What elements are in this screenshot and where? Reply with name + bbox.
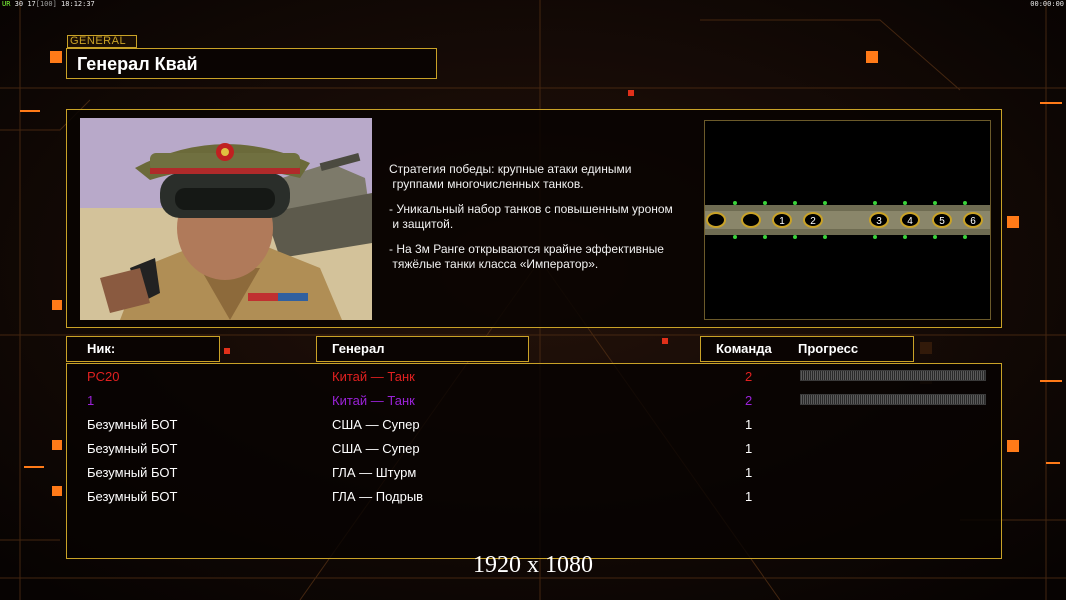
hud-clock: 18:12:37: [61, 0, 95, 8]
start-slot-label: 6: [970, 216, 976, 227]
portrait-image: [80, 118, 372, 320]
title-box: Генерал Квай: [66, 48, 437, 79]
feature-tanks-text: - Уникальный набор танков с повышенным у…: [389, 202, 701, 232]
player-team: 2: [745, 393, 753, 408]
player-team: 1: [745, 417, 753, 432]
player-nick: PC20: [87, 369, 120, 384]
table-row[interactable]: Безумный БОТ ГЛА — Подрыв 1: [67, 486, 1001, 508]
progress-bar: [800, 370, 986, 381]
player-general: США — Супер: [332, 417, 420, 432]
hud-timer: 00:00:00: [1030, 0, 1064, 8]
resolution-label: 1920 x 1080: [473, 552, 593, 578]
hud-tag: UR: [2, 0, 11, 8]
player-general: США — Супер: [332, 441, 420, 456]
hud-fps: 30: [14, 0, 24, 8]
table-row[interactable]: PC20 Китай — Танк 2: [67, 366, 1001, 388]
general-name: Генерал Квай: [77, 54, 198, 74]
desc-line: группами многочисленных танков.: [392, 177, 584, 191]
general-info-panel: Стратегия победы: крупные атаки едиными …: [66, 109, 1002, 328]
player-general: Китай — Танк: [332, 393, 415, 408]
strategy-text: Стратегия победы: крупные атаки едиными …: [389, 162, 701, 192]
general-header: Генерал: [316, 336, 529, 362]
desc-line: Стратегия победы: крупные атаки едиными: [389, 162, 632, 176]
player-general: ГЛА — Штурм: [332, 465, 417, 480]
start-slot-label: 5: [939, 216, 945, 227]
col-general: Генерал: [332, 341, 385, 356]
player-nick: Безумный БОТ: [87, 417, 178, 432]
map-preview[interactable]: 1 2 3 4 5 6: [704, 120, 991, 320]
player-general: Китай — Танк: [332, 369, 415, 384]
team-progress-header: Команда Прогресс: [700, 336, 914, 362]
desc-line: - На 3м Ранге открываются крайне эффекти…: [389, 242, 664, 256]
table-row[interactable]: Безумный БОТ США — Супер 1: [67, 414, 1001, 436]
hud-stats: UR 30 17[100] 18:12:37: [2, 0, 95, 8]
player-team: 1: [745, 441, 753, 456]
hud-bracket: [100]: [35, 0, 57, 8]
col-progress: Прогресс: [798, 341, 859, 356]
start-slot-label: 1: [779, 216, 785, 227]
player-list: PC20 Китай — Танк 2 1 Китай — Танк 2 Безумный …: [66, 363, 1002, 559]
table-row[interactable]: Безумный БОТ ГЛА — Штурм 1: [67, 462, 1001, 484]
start-slot-label: 3: [876, 216, 882, 227]
col-nick: Ник:: [87, 341, 116, 356]
table-row[interactable]: Безумный БОТ США — Супер 1: [67, 438, 1001, 460]
player-nick: 1: [87, 393, 95, 408]
general-portrait: [80, 118, 372, 320]
desc-line: тяжёлые танки класса «Император».: [392, 257, 599, 271]
player-team: 1: [745, 465, 753, 480]
player-nick: Безумный БОТ: [87, 441, 178, 456]
table-row[interactable]: 1 Китай — Танк 2: [67, 390, 1001, 412]
start-slot-label: 2: [810, 216, 816, 227]
player-general: ГЛА — Подрыв: [332, 489, 424, 504]
desc-line: - Уникальный набор танков с повышенным у…: [389, 202, 673, 216]
feature-emperor-text: - На 3м Ранге открываются крайне эффекти…: [389, 242, 701, 272]
desc-line: и защитой.: [392, 217, 454, 231]
player-team: 1: [745, 489, 753, 504]
player-nick: Безумный БОТ: [87, 489, 178, 504]
col-team: Команда: [716, 341, 772, 356]
player-nick: Безумный БОТ: [87, 465, 178, 480]
player-team: 2: [745, 369, 753, 384]
progress-bar: [800, 394, 986, 405]
general-description: Стратегия победы: крупные атаки едиными …: [389, 162, 701, 282]
map-slots: 1 2 3 4 5 6: [772, 212, 983, 228]
hud-count: 17: [27, 0, 36, 8]
start-slot-label: 4: [907, 216, 913, 227]
nick-header: Ник:: [66, 336, 220, 362]
general-tag: GENERAL: [67, 35, 137, 48]
